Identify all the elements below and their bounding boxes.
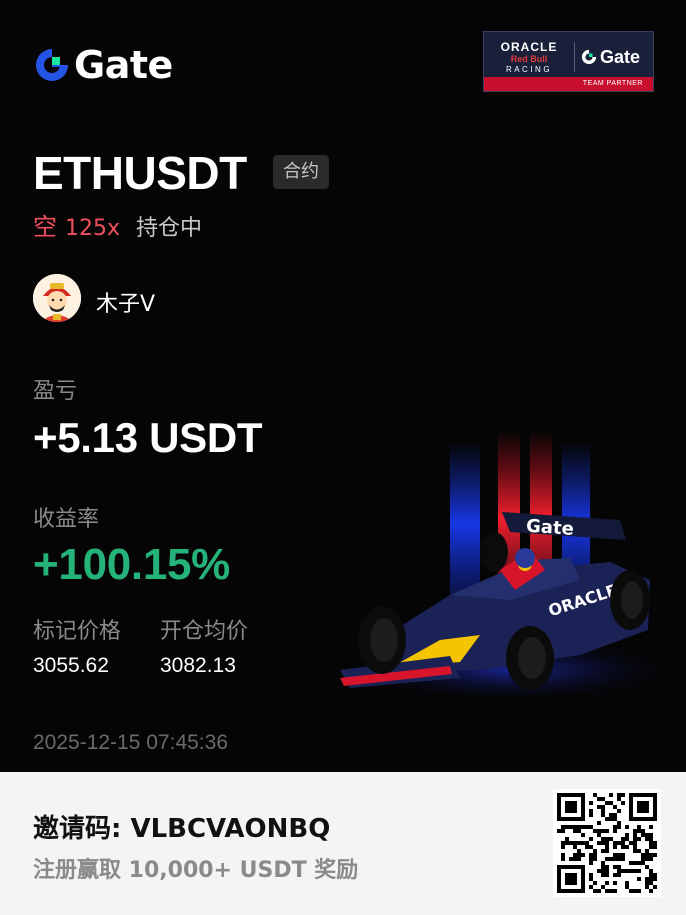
timestamp: 2025-12-15 07:45:36	[33, 731, 228, 754]
position-side: 空	[33, 213, 57, 241]
roi-label: 收益率	[33, 507, 100, 532]
logo-text: Gate	[74, 43, 173, 87]
f1-car-illustration: Gate ORACLE	[335, 430, 685, 704]
trading-pair: ETHUSDT	[33, 147, 247, 199]
position-info: 空 125x 持仓中	[33, 207, 202, 242]
share-card: Gate ORACLE Red Bull RACING Gate TEAM PA…	[0, 0, 686, 772]
qr-code-icon	[557, 793, 657, 893]
team-partner-badge: ORACLE Red Bull RACING Gate TEAM PARTNER	[483, 31, 654, 92]
gate-mini-icon	[581, 49, 597, 65]
username: 木子V	[96, 292, 156, 317]
partner-caption: TEAM PARTNER	[484, 77, 653, 91]
pnl-label: 盈亏	[33, 379, 78, 404]
avatar-image	[33, 274, 81, 322]
partner-divider	[574, 42, 575, 72]
leverage: 125x	[65, 216, 121, 241]
contract-tag: 合约	[273, 155, 329, 189]
pnl-value: +5.13 USDT	[33, 414, 263, 461]
position-status: 持仓中	[136, 216, 203, 241]
reward-text: 注册赢取 10,000+ USDT 奖励	[33, 858, 359, 883]
car-wing-text: Gate	[525, 516, 574, 540]
partner-gate-logo: Gate	[581, 47, 640, 68]
gate-logo: Gate	[34, 46, 173, 84]
invite-code: 邀请码: VLBCVAONBQ	[33, 814, 331, 844]
qr-code[interactable]	[553, 789, 661, 897]
roi-value: +100.15%	[33, 540, 230, 589]
partner-gate-text: Gate	[600, 46, 641, 67]
avatar	[33, 274, 81, 322]
invite-footer: 邀请码: VLBCVAONBQ 注册赢取 10,000+ USDT 奖励	[0, 772, 686, 915]
partner-racing: RACING	[505, 64, 553, 74]
partner-oracle: ORACLE	[500, 39, 558, 54]
gate-logo-icon	[36, 49, 68, 81]
mark-price-label: 标记价格	[33, 619, 122, 644]
partner-redbull: Red Bull	[510, 53, 548, 64]
entry-price: 3082.13	[160, 654, 236, 677]
entry-price-label: 开仓均价	[160, 619, 249, 644]
mark-price: 3055.62	[33, 654, 109, 677]
